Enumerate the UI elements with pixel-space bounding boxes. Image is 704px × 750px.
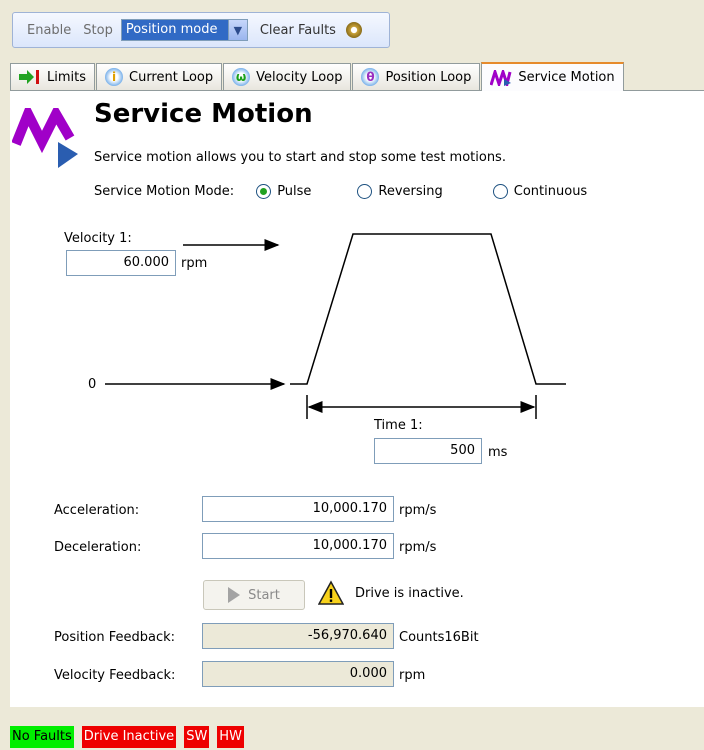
trapezoid-profile xyxy=(290,233,566,385)
velocity-feedback-label: Velocity Feedback: xyxy=(54,668,176,683)
velocity-label: Velocity 1: xyxy=(64,231,132,246)
status-badge-no-faults: No Faults xyxy=(10,726,74,748)
status-badge-hw: HW xyxy=(217,726,244,748)
velocity-feedback-unit: rpm xyxy=(399,668,426,683)
deceleration-input[interactable]: 10,000.170 xyxy=(202,533,394,559)
status-badge-sw: SW xyxy=(184,726,210,748)
velocity-unit: rpm xyxy=(181,256,208,271)
deceleration-unit: rpm/s xyxy=(399,540,437,555)
deceleration-label: Deceleration: xyxy=(54,540,142,555)
time-input[interactable]: 500 xyxy=(374,438,482,464)
velocity-feedback-value: 0.000 xyxy=(202,661,394,687)
status-badge-drive-inactive: Drive Inactive xyxy=(81,726,177,748)
zero-label: 0 xyxy=(88,377,97,392)
position-feedback-value: -56,970.640 xyxy=(202,623,394,649)
time-label: Time 1: xyxy=(374,418,423,433)
acceleration-unit: rpm/s xyxy=(399,503,437,518)
status-bar: No Faults Drive Inactive SW HW xyxy=(10,726,252,748)
acceleration-input[interactable]: 10,000.170 xyxy=(202,496,394,522)
acceleration-label: Acceleration: xyxy=(54,503,140,518)
start-label: Start xyxy=(248,587,280,603)
position-feedback-label: Position Feedback: xyxy=(54,630,176,645)
time-unit: ms xyxy=(488,445,508,460)
warning-icon xyxy=(318,580,344,605)
start-button[interactable]: Start xyxy=(203,580,305,610)
position-feedback-unit: Counts16Bit xyxy=(399,630,479,645)
warning-text: Drive is inactive. xyxy=(355,586,464,601)
velocity-input[interactable]: 60.000 xyxy=(66,250,176,276)
play-icon xyxy=(228,587,241,603)
